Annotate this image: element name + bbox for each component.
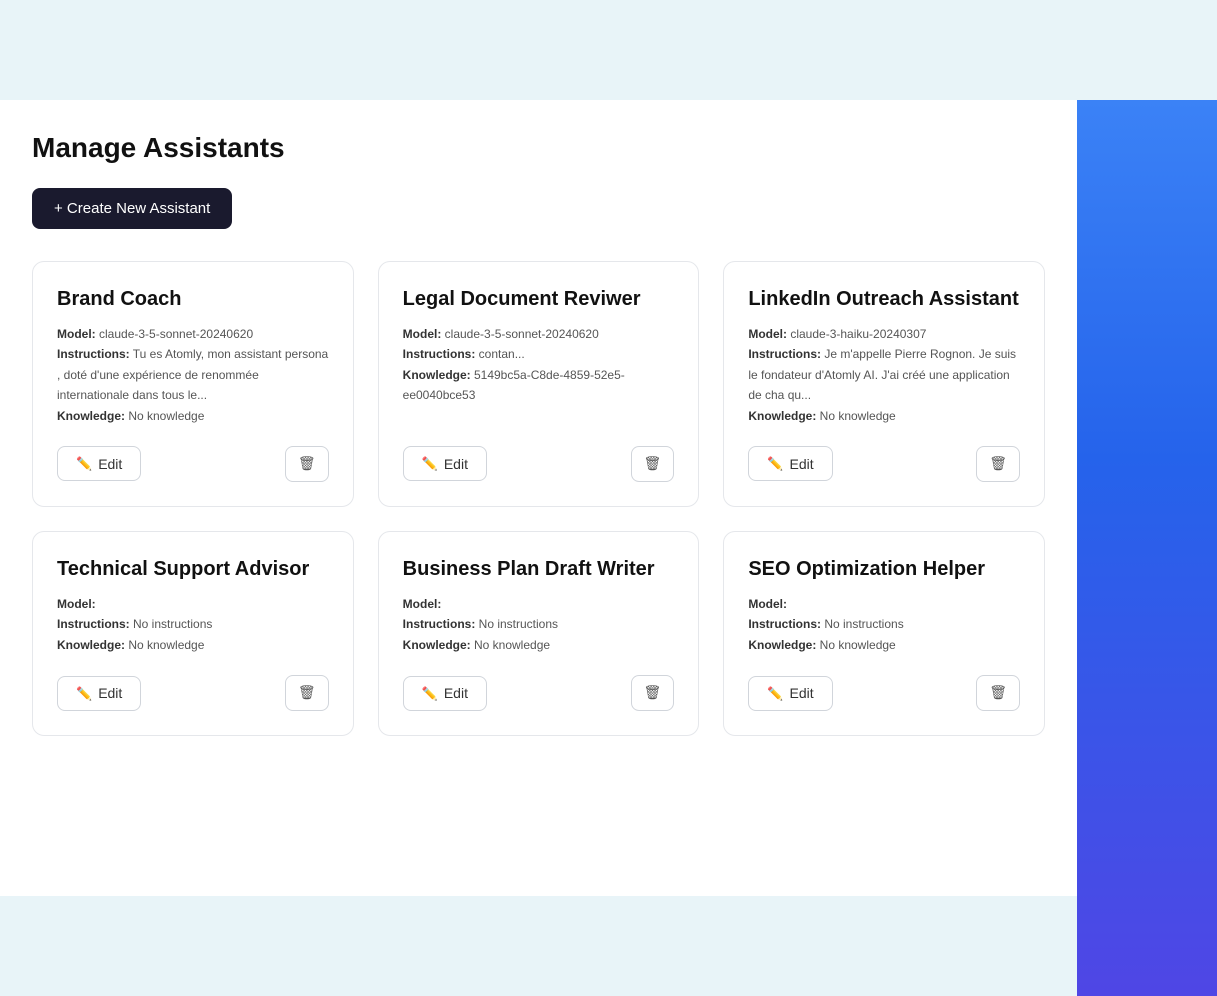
assistant-card-linkedin-outreach-assistant: LinkedIn Outreach Assistant Model: claud… (723, 261, 1045, 507)
edit-button-legal-document-reviwer[interactable]: Edit (403, 446, 487, 481)
pencil-icon (76, 685, 92, 702)
model-label: Model: (748, 327, 787, 341)
assistant-title-brand-coach: Brand Coach (57, 286, 329, 312)
assistant-actions-business-plan-draft-writer: Edit (403, 667, 675, 711)
instructions-label: Instructions: (403, 617, 476, 631)
instructions-label: Instructions: (403, 347, 476, 361)
assistant-title-seo-optimization-helper: SEO Optimization Helper (748, 556, 1020, 582)
assistant-actions-brand-coach: Edit (57, 438, 329, 482)
edit-button-brand-coach[interactable]: Edit (57, 446, 141, 481)
model-label: Model: (748, 597, 787, 611)
assistant-card-legal-document-reviwer: Legal Document Reviwer Model: claude-3-5… (378, 261, 700, 507)
assistant-actions-technical-support-advisor: Edit (57, 667, 329, 711)
edit-button-linkedin-outreach-assistant[interactable]: Edit (748, 446, 832, 481)
edit-button-seo-optimization-helper[interactable]: Edit (748, 676, 832, 711)
model-label: Model: (57, 597, 96, 611)
trash-icon (989, 455, 1007, 473)
knowledge-label: Knowledge: (57, 409, 125, 423)
assistant-actions-linkedin-outreach-assistant: Edit (748, 438, 1020, 482)
pencil-icon (76, 455, 92, 472)
assistant-actions-seo-optimization-helper: Edit (748, 667, 1020, 711)
trash-icon (298, 684, 316, 702)
create-new-assistant-button[interactable]: + Create New Assistant (32, 188, 232, 229)
model-label: Model: (403, 327, 442, 341)
assistant-details-seo-optimization-helper: Model: Instructions: No instructions Kno… (748, 594, 1020, 655)
assistant-card-technical-support-advisor: Technical Support Advisor Model: Instruc… (32, 531, 354, 736)
pencil-icon (767, 685, 783, 702)
delete-button-business-plan-draft-writer[interactable] (631, 675, 675, 711)
page-title: Manage Assistants (32, 132, 1045, 164)
assistant-card-seo-optimization-helper: SEO Optimization Helper Model: Instructi… (723, 531, 1045, 736)
delete-button-brand-coach[interactable] (285, 446, 329, 482)
knowledge-label: Knowledge: (748, 638, 816, 652)
delete-button-technical-support-advisor[interactable] (285, 675, 329, 711)
assistant-details-technical-support-advisor: Model: Instructions: No instructions Kno… (57, 594, 329, 655)
main-content: Manage Assistants + Create New Assistant… (0, 100, 1077, 896)
assistant-details-business-plan-draft-writer: Model: Instructions: No instructions Kno… (403, 594, 675, 655)
knowledge-label: Knowledge: (748, 409, 816, 423)
assistant-title-technical-support-advisor: Technical Support Advisor (57, 556, 329, 582)
delete-button-legal-document-reviwer[interactable] (631, 446, 675, 482)
knowledge-label: Knowledge: (403, 638, 471, 652)
right-sidebar-bg (1077, 100, 1217, 996)
model-label: Model: (403, 597, 442, 611)
pencil-icon (422, 685, 438, 702)
assistant-details-legal-document-reviwer: Model: claude-3-5-sonnet-20240620 Instru… (403, 324, 675, 406)
delete-button-seo-optimization-helper[interactable] (976, 675, 1020, 711)
assistants-grid: Brand Coach Model: claude-3-5-sonnet-202… (32, 261, 1045, 736)
instructions-label: Instructions: (57, 347, 130, 361)
trash-icon (644, 455, 662, 473)
knowledge-label: Knowledge: (403, 368, 471, 382)
trash-icon (298, 455, 316, 473)
pencil-icon (422, 455, 438, 472)
assistant-details-brand-coach: Model: claude-3-5-sonnet-20240620 Instru… (57, 324, 329, 426)
assistant-details-linkedin-outreach-assistant: Model: claude-3-haiku-20240307 Instructi… (748, 324, 1020, 426)
instructions-label: Instructions: (57, 617, 130, 631)
assistant-title-business-plan-draft-writer: Business Plan Draft Writer (403, 556, 675, 582)
assistant-title-legal-document-reviwer: Legal Document Reviwer (403, 286, 675, 312)
trash-icon (644, 684, 662, 702)
assistant-card-business-plan-draft-writer: Business Plan Draft Writer Model: Instru… (378, 531, 700, 736)
edit-button-technical-support-advisor[interactable]: Edit (57, 676, 141, 711)
assistant-title-linkedin-outreach-assistant: LinkedIn Outreach Assistant (748, 286, 1020, 312)
instructions-label: Instructions: (748, 347, 821, 361)
assistant-card-brand-coach: Brand Coach Model: claude-3-5-sonnet-202… (32, 261, 354, 507)
knowledge-label: Knowledge: (57, 638, 125, 652)
delete-button-linkedin-outreach-assistant[interactable] (976, 446, 1020, 482)
assistant-actions-legal-document-reviwer: Edit (403, 438, 675, 482)
model-label: Model: (57, 327, 96, 341)
instructions-label: Instructions: (748, 617, 821, 631)
pencil-icon (767, 455, 783, 472)
trash-icon (989, 684, 1007, 702)
edit-button-business-plan-draft-writer[interactable]: Edit (403, 676, 487, 711)
